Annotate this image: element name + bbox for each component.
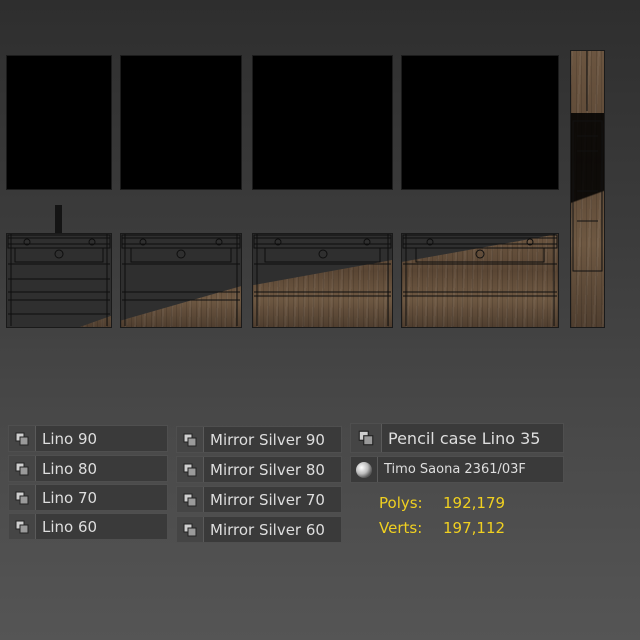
stats-block: Polys: 192,179 Verts: 197,112 (379, 490, 505, 540)
list-item-label: Mirror Silver 60 (210, 520, 325, 539)
object-icon (9, 514, 36, 539)
list-item-mirror-silver-80[interactable]: Mirror Silver 80 (176, 456, 342, 483)
list-item-label: Mirror Silver 80 (210, 460, 325, 479)
list-item-label: Lino 90 (42, 429, 98, 448)
cabinet-lino-70 (252, 233, 393, 328)
material-name-label: Timo Saona 2361/03F (384, 462, 526, 477)
list-item-lino-60[interactable]: Lino 60 (8, 513, 168, 540)
object-icon (177, 487, 204, 512)
list-item-label: Lino 60 (42, 517, 98, 536)
list-item-lino-80[interactable]: Lino 80 (8, 455, 168, 482)
list-item-lino-90[interactable]: Lino 90 (8, 425, 168, 452)
mirror-80 (120, 55, 242, 190)
object-icon (9, 456, 36, 481)
cabinet-lino-80 (120, 233, 242, 328)
verts-label: Verts: (379, 518, 423, 537)
mirror-90 (6, 55, 112, 190)
object-icon (9, 485, 36, 510)
list-item-lino-70[interactable]: Lino 70 (8, 484, 168, 511)
cabinet-lino-90 (6, 233, 112, 328)
mirror-60 (401, 55, 559, 190)
object-name-label: Pencil case Lino 35 (388, 428, 541, 448)
cabinet-lino-60 (401, 233, 559, 328)
mirror-70 (252, 55, 393, 190)
object-icon (177, 457, 204, 482)
polys-value: 192,179 (443, 493, 506, 512)
object-icon (177, 427, 204, 452)
verts-value: 197,112 (443, 518, 506, 537)
object-name-field[interactable]: Pencil case Lino 35 (350, 423, 564, 453)
list-item-mirror-silver-60[interactable]: Mirror Silver 60 (176, 516, 342, 543)
render-viewport (0, 0, 640, 380)
list-item-mirror-silver-70[interactable]: Mirror Silver 70 (176, 486, 342, 513)
object-icon (351, 424, 382, 452)
material-name-field[interactable]: Timo Saona 2361/03F (350, 456, 564, 483)
list-item-label: Mirror Silver 70 (210, 490, 325, 509)
pencil-case-cabinet (570, 50, 605, 328)
list-item-label: Lino 70 (42, 488, 98, 507)
object-icon (9, 426, 36, 451)
list-item-label: Mirror Silver 90 (210, 430, 325, 449)
list-item-label: Lino 80 (42, 459, 98, 478)
list-item-mirror-silver-90[interactable]: Mirror Silver 90 (176, 426, 342, 453)
material-sphere-icon (351, 457, 378, 482)
object-icon (177, 517, 204, 542)
polys-label: Polys: (379, 493, 423, 512)
